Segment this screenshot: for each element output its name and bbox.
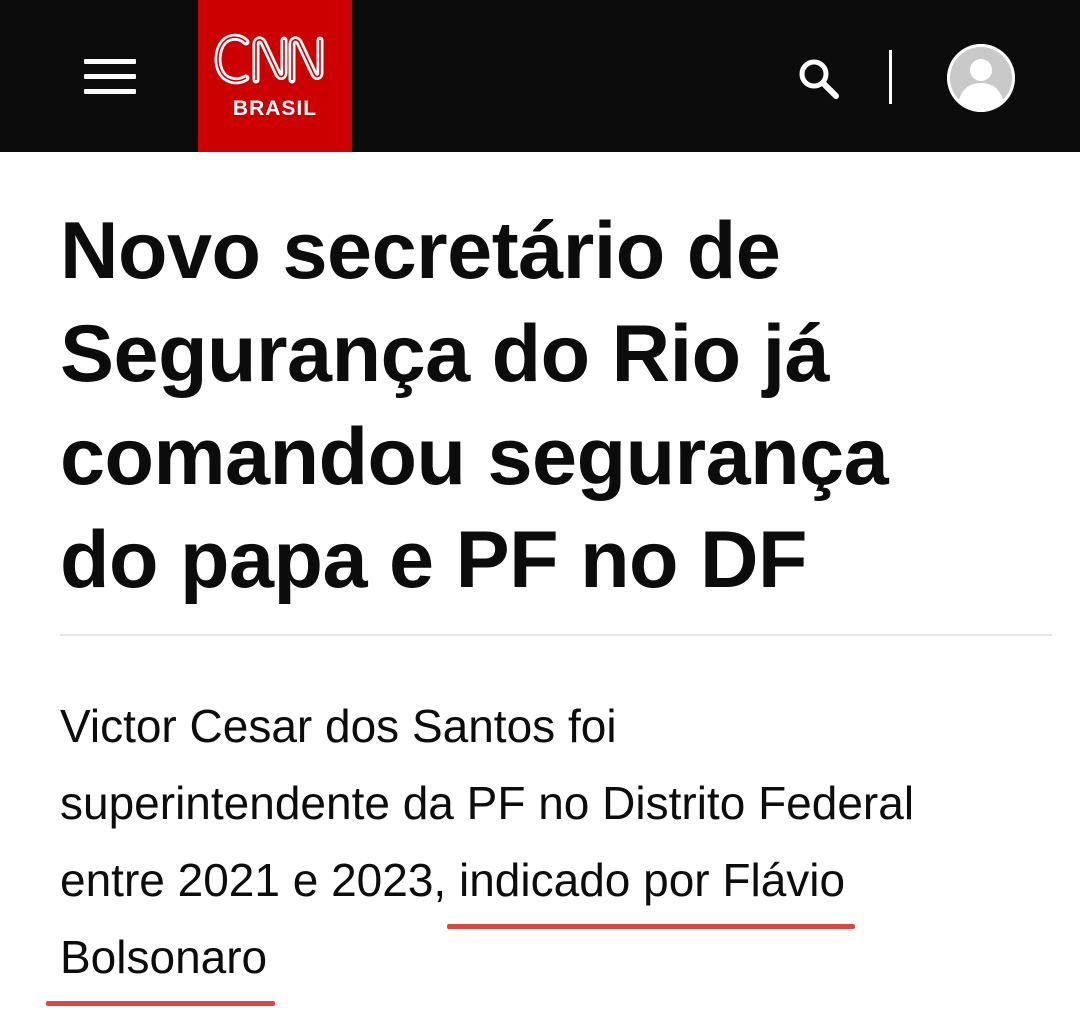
article-headline: Novo secretário de Segurança do Rio já c… <box>60 200 1020 612</box>
logo-subtitle: BRASIL <box>232 97 318 120</box>
headline-divider <box>60 634 1052 636</box>
highlighted-phrase: indicado por Flávio <box>446 842 856 929</box>
headline-line: comandou segurança <box>60 412 889 502</box>
headline-line: Novo secretário de <box>60 206 781 296</box>
headline-line: Segurança do Rio já <box>60 309 830 399</box>
subhead-line: entre 2021 e 2023, indicado por Flávio <box>60 842 1040 929</box>
hamburger-menu-icon[interactable] <box>84 58 136 96</box>
subhead-line: Victor Cesar dos Santos foi <box>60 700 617 752</box>
header-divider <box>889 50 892 104</box>
user-avatar-icon[interactable] <box>947 44 1015 112</box>
scrolled-out-text-strip <box>110 160 850 198</box>
highlighted-phrase: Bolsonaro <box>45 919 276 1006</box>
subhead-line: superintendente da PF no Distrito Federa… <box>60 777 915 829</box>
search-icon[interactable] <box>796 56 844 104</box>
top-navigation-bar: BRASIL <box>0 0 1080 152</box>
subhead-line: Bolsonaro <box>45 919 1040 1006</box>
subhead-text: entre 2021 e 2023, <box>60 854 459 906</box>
cnn-brasil-logo[interactable]: BRASIL <box>198 0 352 152</box>
cnn-logo-mark <box>198 30 352 90</box>
headline-line: do papa e PF no DF <box>60 515 808 605</box>
article-subheadline: Victor Cesar dos Santos foi superintende… <box>45 688 1040 1006</box>
